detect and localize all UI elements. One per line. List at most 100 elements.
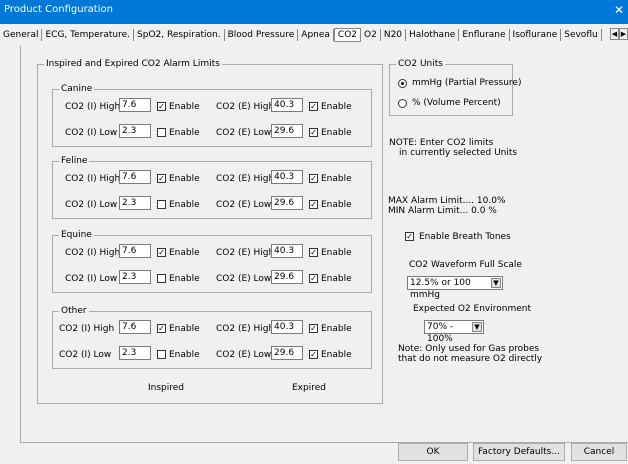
tab-ecg-temperature[interactable]: ECG, Temperature. xyxy=(42,29,135,41)
percent-radio[interactable] xyxy=(398,99,407,108)
canine-group: Canine CO2 (I) High 7.6 ✓ Enable CO2 (E)… xyxy=(52,84,372,147)
tab-scroll-left-icon[interactable]: ◀ xyxy=(610,28,619,40)
tab-enflurane[interactable]: Enflurane xyxy=(459,29,510,41)
enable-label: Enable xyxy=(169,102,200,112)
equine-i-high-input[interactable]: 7.6 xyxy=(119,244,151,258)
equine-title: Equine xyxy=(59,230,94,240)
tab-halothane[interactable]: Halothane xyxy=(406,29,460,41)
feline-e-high-enable-checkbox[interactable]: ✓ xyxy=(309,174,318,183)
canine-e-high-enable-checkbox[interactable]: ✓ xyxy=(309,102,318,111)
feline-i-high-input[interactable]: 7.6 xyxy=(119,170,151,184)
chevron-down-icon[interactable]: ▼ xyxy=(491,278,501,288)
waveform-value: 12.5% or 100 mmHg xyxy=(410,278,471,300)
mmhg-label: mmHg (Partial Pressure) xyxy=(412,78,522,88)
equine-i-low-input[interactable]: 2.3 xyxy=(119,270,151,284)
co2-e-high-label: CO2 (E) High xyxy=(216,324,275,334)
chevron-down-icon[interactable]: ▼ xyxy=(472,322,482,332)
canine-e-low-input[interactable]: 29.6 xyxy=(271,124,303,138)
window-title: Product Configuration xyxy=(4,4,113,15)
alarm-limits-group-title: Inspired and Expired CO2 Alarm Limits xyxy=(44,59,222,69)
enable-label: Enable xyxy=(169,274,200,284)
co2-panel: Inspired and Expired CO2 Alarm Limits Ca… xyxy=(20,46,628,442)
title-bar: Product Configuration ✕ xyxy=(0,0,628,24)
expired-label: Expired xyxy=(292,383,326,393)
enable-label: Enable xyxy=(321,174,352,184)
tab-n20[interactable]: N20 xyxy=(381,29,407,41)
tab-scroll-right-icon[interactable]: ▶ xyxy=(619,28,628,40)
tab-apnea[interactable]: Apnea xyxy=(298,29,334,41)
tab-isoflurane[interactable]: Isoflurane xyxy=(510,29,562,41)
tab-o2[interactable]: O2 xyxy=(361,29,381,41)
equine-e-high-input[interactable]: 40.3 xyxy=(271,244,303,258)
other-i-low-enable-checkbox[interactable] xyxy=(157,350,166,359)
product-configuration-window: Product Configuration ✕ General ECG, Tem… xyxy=(0,0,628,464)
co2-i-low-label: CO2 (I) Low xyxy=(65,274,118,284)
enable-label: Enable xyxy=(169,324,200,334)
co2-i-low-label: CO2 (I) Low xyxy=(65,200,118,210)
co2-i-low-label: CO2 (I) Low xyxy=(59,350,112,360)
enable-label: Enable xyxy=(321,128,352,138)
enable-label: Enable xyxy=(321,274,352,284)
feline-e-high-input[interactable]: 40.3 xyxy=(271,170,303,184)
tab-scroll-arrows: ◀ ▶ xyxy=(610,28,628,40)
feline-e-low-enable-checkbox[interactable]: ✓ xyxy=(309,200,318,209)
inspired-label: Inspired xyxy=(148,383,185,393)
waveform-label: CO2 Waveform Full Scale xyxy=(409,260,522,270)
other-i-low-input[interactable]: 2.3 xyxy=(119,346,151,360)
equine-i-low-enable-checkbox[interactable] xyxy=(157,274,166,283)
tab-co2[interactable]: CO2 xyxy=(333,28,362,42)
co2-e-low-label: CO2 (E) Low xyxy=(216,350,272,360)
equine-e-low-input[interactable]: 29.6 xyxy=(271,270,303,284)
canine-i-high-input[interactable]: 7.6 xyxy=(119,98,151,112)
enable-label: Enable xyxy=(321,324,352,334)
co2-e-low-label: CO2 (E) Low xyxy=(216,128,272,138)
feline-i-low-input[interactable]: 2.3 xyxy=(119,196,151,210)
alarm-limits-group: Inspired and Expired CO2 Alarm Limits Ca… xyxy=(37,59,383,404)
tab-spo2-respiration[interactable]: SpO2, Respiration. xyxy=(134,29,225,41)
close-icon[interactable]: ✕ xyxy=(614,3,624,17)
breath-tones-label: Enable Breath Tones xyxy=(419,232,511,242)
ok-button[interactable]: OK xyxy=(398,443,468,461)
canine-i-high-enable-checkbox[interactable]: ✓ xyxy=(157,102,166,111)
tab-blood-pressure[interactable]: Blood Pressure xyxy=(225,29,299,41)
other-i-high-input[interactable]: 7.6 xyxy=(119,320,151,334)
other-i-high-enable-checkbox[interactable]: ✓ xyxy=(157,324,166,333)
feline-i-low-enable-checkbox[interactable] xyxy=(157,200,166,209)
equine-e-high-enable-checkbox[interactable]: ✓ xyxy=(309,248,318,257)
feline-title: Feline xyxy=(59,156,90,166)
other-e-low-enable-checkbox[interactable]: ✓ xyxy=(309,350,318,359)
waveform-select[interactable]: 12.5% or 100 mmHg ▼ xyxy=(407,276,503,300)
equine-i-high-enable-checkbox[interactable]: ✓ xyxy=(157,248,166,257)
mmhg-radio[interactable] xyxy=(398,79,407,88)
co2-units-title: CO2 Units xyxy=(396,59,445,69)
factory-defaults-button[interactable]: Factory Defaults... xyxy=(473,443,565,461)
co2-i-high-label: CO2 (I) High xyxy=(65,248,121,258)
o2-env-select[interactable]: 70% - 100% ▼ xyxy=(424,320,484,344)
breath-tones-checkbox[interactable]: ✓ xyxy=(405,232,414,241)
other-group: Other CO2 (I) High 7.6 ✓ Enable CO2 (E) … xyxy=(52,306,372,369)
canine-i-low-enable-checkbox[interactable] xyxy=(157,128,166,137)
tab-strip: General ECG, Temperature. SpO2, Respirat… xyxy=(0,26,628,44)
enable-label: Enable xyxy=(169,174,200,184)
canine-i-low-input[interactable]: 2.3 xyxy=(119,124,151,138)
other-e-high-input[interactable]: 40.3 xyxy=(271,320,303,334)
canine-e-high-input[interactable]: 40.3 xyxy=(271,98,303,112)
tab-general[interactable]: General xyxy=(0,29,43,41)
canine-e-low-enable-checkbox[interactable]: ✓ xyxy=(309,128,318,137)
enable-label: Enable xyxy=(321,200,352,210)
feline-group: Feline CO2 (I) High 7.6 ✓ Enable CO2 (E)… xyxy=(52,156,372,219)
enable-label: Enable xyxy=(169,128,200,138)
tab-sevoflurane[interactable]: Sevoflu xyxy=(561,29,602,41)
co2-i-low-label: CO2 (I) Low xyxy=(65,128,118,138)
feline-i-high-enable-checkbox[interactable]: ✓ xyxy=(157,174,166,183)
enable-label: Enable xyxy=(321,248,352,258)
cancel-button[interactable]: Cancel xyxy=(571,443,627,461)
equine-e-low-enable-checkbox[interactable]: ✓ xyxy=(309,274,318,283)
feline-e-low-input[interactable]: 29.6 xyxy=(271,196,303,210)
button-bar: OK Factory Defaults... Cancel xyxy=(20,442,628,464)
percent-label: % (Volume Percent) xyxy=(412,98,501,108)
other-e-low-input[interactable]: 29.6 xyxy=(271,346,303,360)
other-e-high-enable-checkbox[interactable]: ✓ xyxy=(309,324,318,333)
max-alarm-text: MAX Alarm Limit.... 10.0% xyxy=(388,196,506,206)
co2-i-high-label: CO2 (I) High xyxy=(65,174,121,184)
